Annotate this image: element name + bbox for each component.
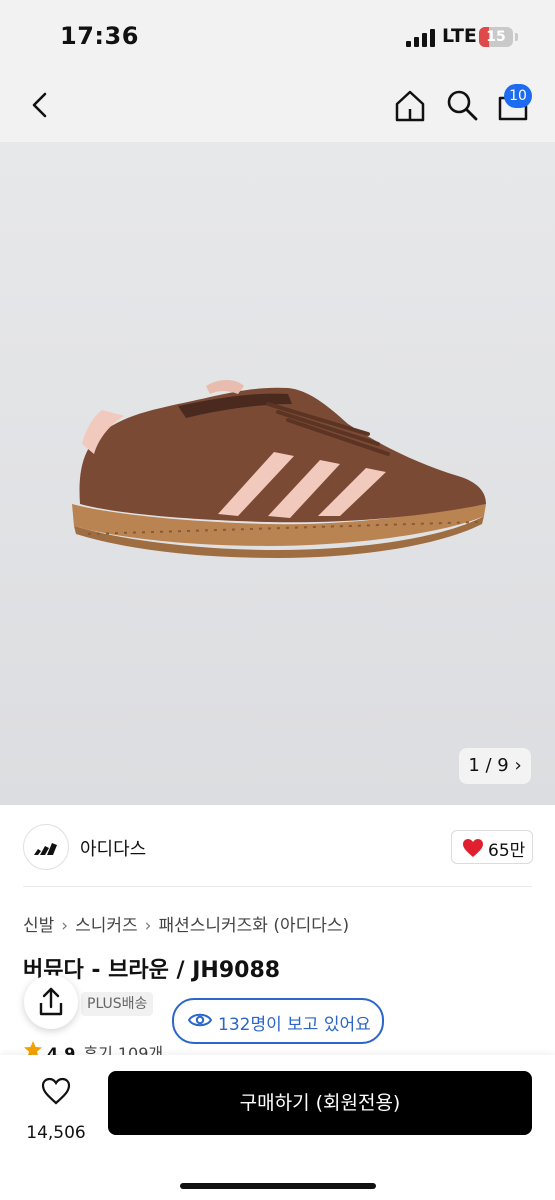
gallery-pager[interactable]: 1 / 9 › xyxy=(459,748,531,784)
breadcrumb: 신발 › 스니커즈 › 패션스니커즈화 (아디다스) xyxy=(23,911,349,936)
breadcrumb-item-sneakers[interactable]: 스니커즈 xyxy=(75,911,138,936)
heart-icon xyxy=(463,839,483,857)
status-bar: 17:36 LTE 15 xyxy=(0,0,555,70)
breadcrumb-item-fashion-sneakers[interactable]: 패션스니커즈화 (아디다스) xyxy=(158,911,349,936)
battery-icon: 15 xyxy=(479,27,513,47)
buy-button[interactable]: 구매하기 (회원전용) xyxy=(108,1071,532,1135)
home-indicator xyxy=(180,1183,376,1189)
cart-count-badge: 10 xyxy=(504,84,532,108)
bottom-action-bar: 14,506 구매하기 (회원전용) xyxy=(0,1055,555,1200)
brand-logo[interactable] xyxy=(23,824,69,870)
eye-icon xyxy=(188,1013,212,1027)
status-time: 17:36 xyxy=(60,22,139,50)
network-label: LTE xyxy=(442,25,477,47)
share-icon xyxy=(39,987,63,1016)
search-icon[interactable] xyxy=(445,88,479,122)
brand-name[interactable]: 아디다스 xyxy=(80,835,146,861)
home-icon[interactable] xyxy=(392,88,428,124)
heart-outline-icon xyxy=(41,1077,71,1105)
brand-like-button[interactable]: 65만 xyxy=(451,830,533,864)
product-image-gallery[interactable]: 1 / 9 › xyxy=(0,142,555,805)
divider xyxy=(23,886,532,887)
signal-icon xyxy=(406,29,435,47)
plus-delivery-badge: PLUS배송 xyxy=(81,992,154,1016)
adidas-logo-icon xyxy=(34,843,57,855)
back-icon[interactable] xyxy=(26,90,56,120)
battery-level: 15 xyxy=(486,29,506,45)
battery-tip xyxy=(515,33,518,41)
chevron-right-icon: › xyxy=(61,916,69,936)
share-button[interactable] xyxy=(24,975,78,1029)
brand-like-count: 65만 xyxy=(488,841,526,861)
top-navigation xyxy=(0,70,555,142)
breadcrumb-item-shoes[interactable]: 신발 xyxy=(23,911,54,936)
wishlist-button[interactable]: 14,506 xyxy=(20,1071,92,1143)
product-image[interactable] xyxy=(68,364,498,564)
chevron-right-icon: › xyxy=(144,916,152,936)
viewers-text: 132명이 보고 있어요 xyxy=(218,1015,371,1035)
wishlist-count: 14,506 xyxy=(26,1123,86,1143)
viewers-pill: 132명이 보고 있어요 xyxy=(172,998,384,1044)
